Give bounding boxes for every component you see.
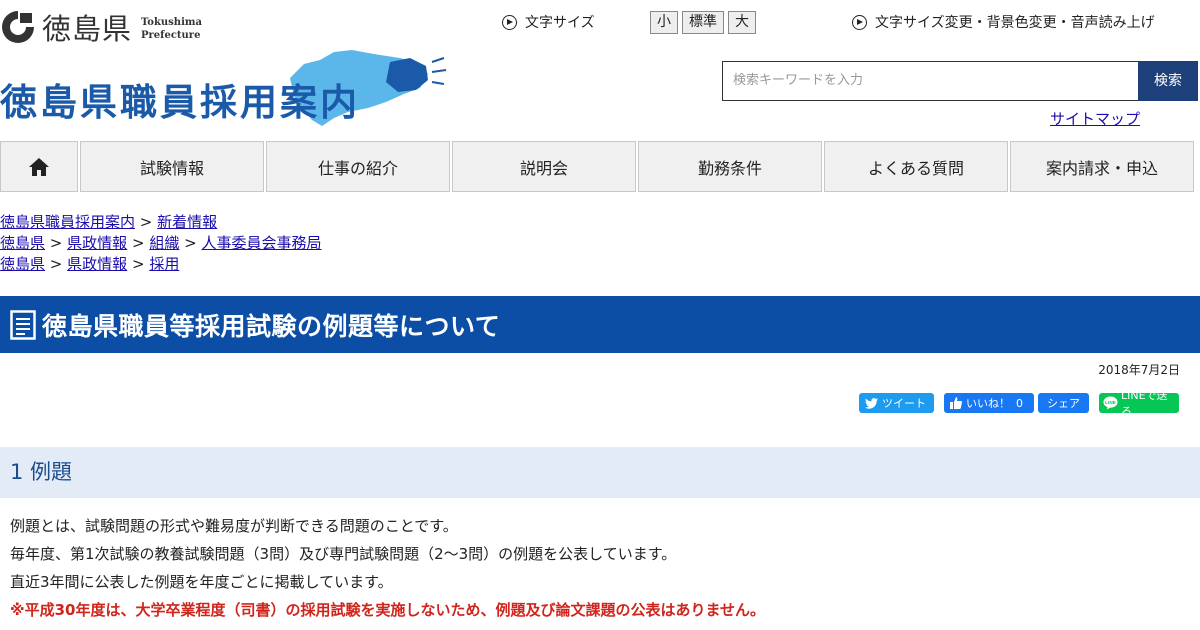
breadcrumb-link[interactable]: 組織 — [149, 234, 179, 252]
thumbs-up-icon — [950, 397, 962, 409]
global-nav: 試験情報 仕事の紹介 説明会 勤務条件 よくある質問 案内請求・申込 — [0, 141, 1195, 192]
section-heading: 1 例題 — [0, 447, 1200, 498]
play-circle-icon — [502, 14, 517, 30]
breadcrumb: 徳島県職員採用案内 > 新着情報 徳島県 > 県政情報 > 組織 > 人事委員会… — [0, 212, 321, 275]
breadcrumb-line: 徳島県職員採用案内 > 新着情報 — [0, 213, 218, 231]
paragraph: 直近3年間に公表した例題を年度ごとに掲載しています。 — [10, 573, 393, 591]
nav-home[interactable] — [0, 141, 78, 192]
breadcrumb-link[interactable]: 県政情報 — [67, 234, 127, 252]
nav-briefing[interactable]: 説明会 — [452, 141, 636, 192]
page-title-bar: 徳島県職員等採用試験の例題等について — [0, 296, 1200, 353]
font-size-large-button[interactable]: 大 — [728, 11, 756, 34]
page-title: 徳島県職員等採用試験の例題等について — [42, 311, 501, 341]
breadcrumb-link[interactable]: 採用 — [149, 255, 179, 273]
nav-exam-info[interactable]: 試験情報 — [80, 141, 264, 192]
search-input[interactable]: 検索キーワードを入力 — [722, 61, 1139, 101]
paragraph: 毎年度、第1次試験の教養試験問題（3問）及び専門試験問題（2～3問）の例題を公表… — [10, 545, 677, 563]
site-title-logo[interactable]: 徳島県職員採用案内 — [0, 48, 450, 128]
line-logo-icon: LINE — [1103, 396, 1118, 410]
breadcrumb-link[interactable]: 徳島県 — [0, 234, 45, 252]
breadcrumb-link[interactable]: 徳島県職員採用案内 — [0, 213, 135, 231]
home-icon — [29, 157, 49, 176]
warning-notice: ※平成30年度は、大学卒業程度（司書）の採用試験を実施しないため、例題及び論文課… — [10, 601, 766, 619]
accessibility-link[interactable]: 文字サイズ変更・背景色変更・音声読み上げ — [852, 12, 1155, 32]
site-title-text: 徳島県職員採用案内 — [0, 81, 360, 124]
line-share-button[interactable]: LINE LINEで送る — [1099, 389, 1179, 418]
prefecture-name-en: Tokushima Prefecture — [141, 17, 202, 41]
breadcrumb-link[interactable]: 人事委員会事務局 — [201, 234, 321, 252]
svg-text:LINE: LINE — [1105, 400, 1116, 405]
facebook-like-button[interactable]: いいね！ 0 — [944, 393, 1034, 413]
breadcrumb-link[interactable]: 新着情報 — [157, 213, 217, 231]
breadcrumb-link[interactable]: 徳島県 — [0, 255, 45, 273]
breadcrumb-line: 徳島県 > 県政情報 > 組織 > 人事委員会事務局 — [0, 234, 322, 252]
nav-job-intro[interactable]: 仕事の紹介 — [266, 141, 450, 192]
breadcrumb-link[interactable]: 県政情報 — [67, 255, 127, 273]
font-size-standard-button[interactable]: 標準 — [682, 11, 724, 34]
prefecture-name: 徳島県 — [42, 12, 133, 46]
facebook-share-button[interactable]: シェア — [1038, 393, 1089, 413]
nav-work-conditions[interactable]: 勤務条件 — [638, 141, 822, 192]
paragraph: 例題とは、試験問題の形式や難易度が判断できる問題のことです。 — [10, 517, 458, 535]
play-circle-icon — [852, 14, 867, 30]
publish-date: 2018年7月2日 — [1098, 363, 1180, 377]
twitter-bird-icon — [865, 397, 878, 409]
font-size-buttons: 小 標準 大 — [650, 11, 756, 34]
search-button[interactable]: 検索 — [1138, 61, 1198, 101]
tweet-button[interactable]: ツイート — [859, 393, 934, 413]
nav-faq[interactable]: よくある質問 — [824, 141, 1008, 192]
font-size-small-button[interactable]: 小 — [650, 11, 678, 34]
breadcrumb-line: 徳島県 > 県政情報 > 採用 — [0, 255, 180, 273]
nav-request-apply[interactable]: 案内請求・申込 — [1010, 141, 1194, 192]
prefecture-emblem-icon — [2, 11, 34, 43]
prefecture-logo[interactable]: 徳島県 Tokushima Prefecture — [0, 8, 202, 46]
section-body: 例題とは、試験問題の形式や難易度が判断できる問題のことです。 毎年度、第1次試験… — [10, 512, 765, 624]
font-size-label: 文字サイズ — [502, 12, 595, 32]
document-icon — [10, 309, 36, 340]
sitemap-link[interactable]: サイトマップ — [1050, 108, 1140, 129]
